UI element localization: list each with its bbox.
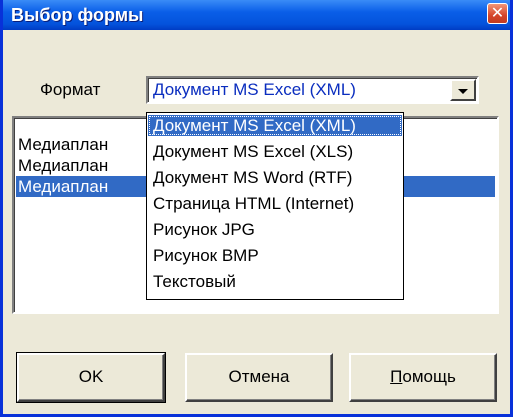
format-selected-value[interactable]: Документ MS Excel (XML): [151, 80, 358, 100]
close-icon[interactable]: ✕: [487, 3, 508, 24]
dropdown-option[interactable]: Страница HTML (Internet): [148, 193, 402, 214]
dropdown-option[interactable]: Текстовый: [148, 271, 402, 292]
dropdown-option[interactable]: Документ MS Word (RTF): [148, 167, 402, 188]
dropdown-option[interactable]: Рисунок BMP: [148, 245, 402, 266]
dropdown-option[interactable]: Документ MS Excel (XML): [148, 115, 402, 136]
dialog-window: Выбор формы ✕ Формат Документ MS Excel (…: [0, 0, 513, 417]
window-title: Выбор формы: [11, 5, 144, 25]
help-button[interactable]: Помощь: [349, 353, 497, 402]
list-item[interactable]: Медиаплан: [16, 155, 146, 176]
dropdown-option[interactable]: Документ MS Excel (XLS): [148, 141, 402, 162]
ok-button[interactable]: OK: [16, 352, 166, 403]
format-dropdown-list[interactable]: Документ MS Excel (XML) Документ MS Exce…: [146, 112, 404, 300]
title-bar[interactable]: Выбор формы ✕: [3, 0, 510, 30]
help-mnemonic: П: [390, 367, 403, 386]
list-item[interactable]: Медиаплан: [16, 134, 146, 155]
format-select[interactable]: Документ MS Excel (XML): [146, 76, 479, 104]
chevron-down-icon[interactable]: [450, 79, 476, 101]
dropdown-option[interactable]: Рисунок JPG: [148, 219, 402, 240]
cancel-button[interactable]: Отмена: [185, 353, 333, 402]
help-label: омощь: [402, 367, 456, 386]
format-label: Формат: [40, 80, 101, 99]
